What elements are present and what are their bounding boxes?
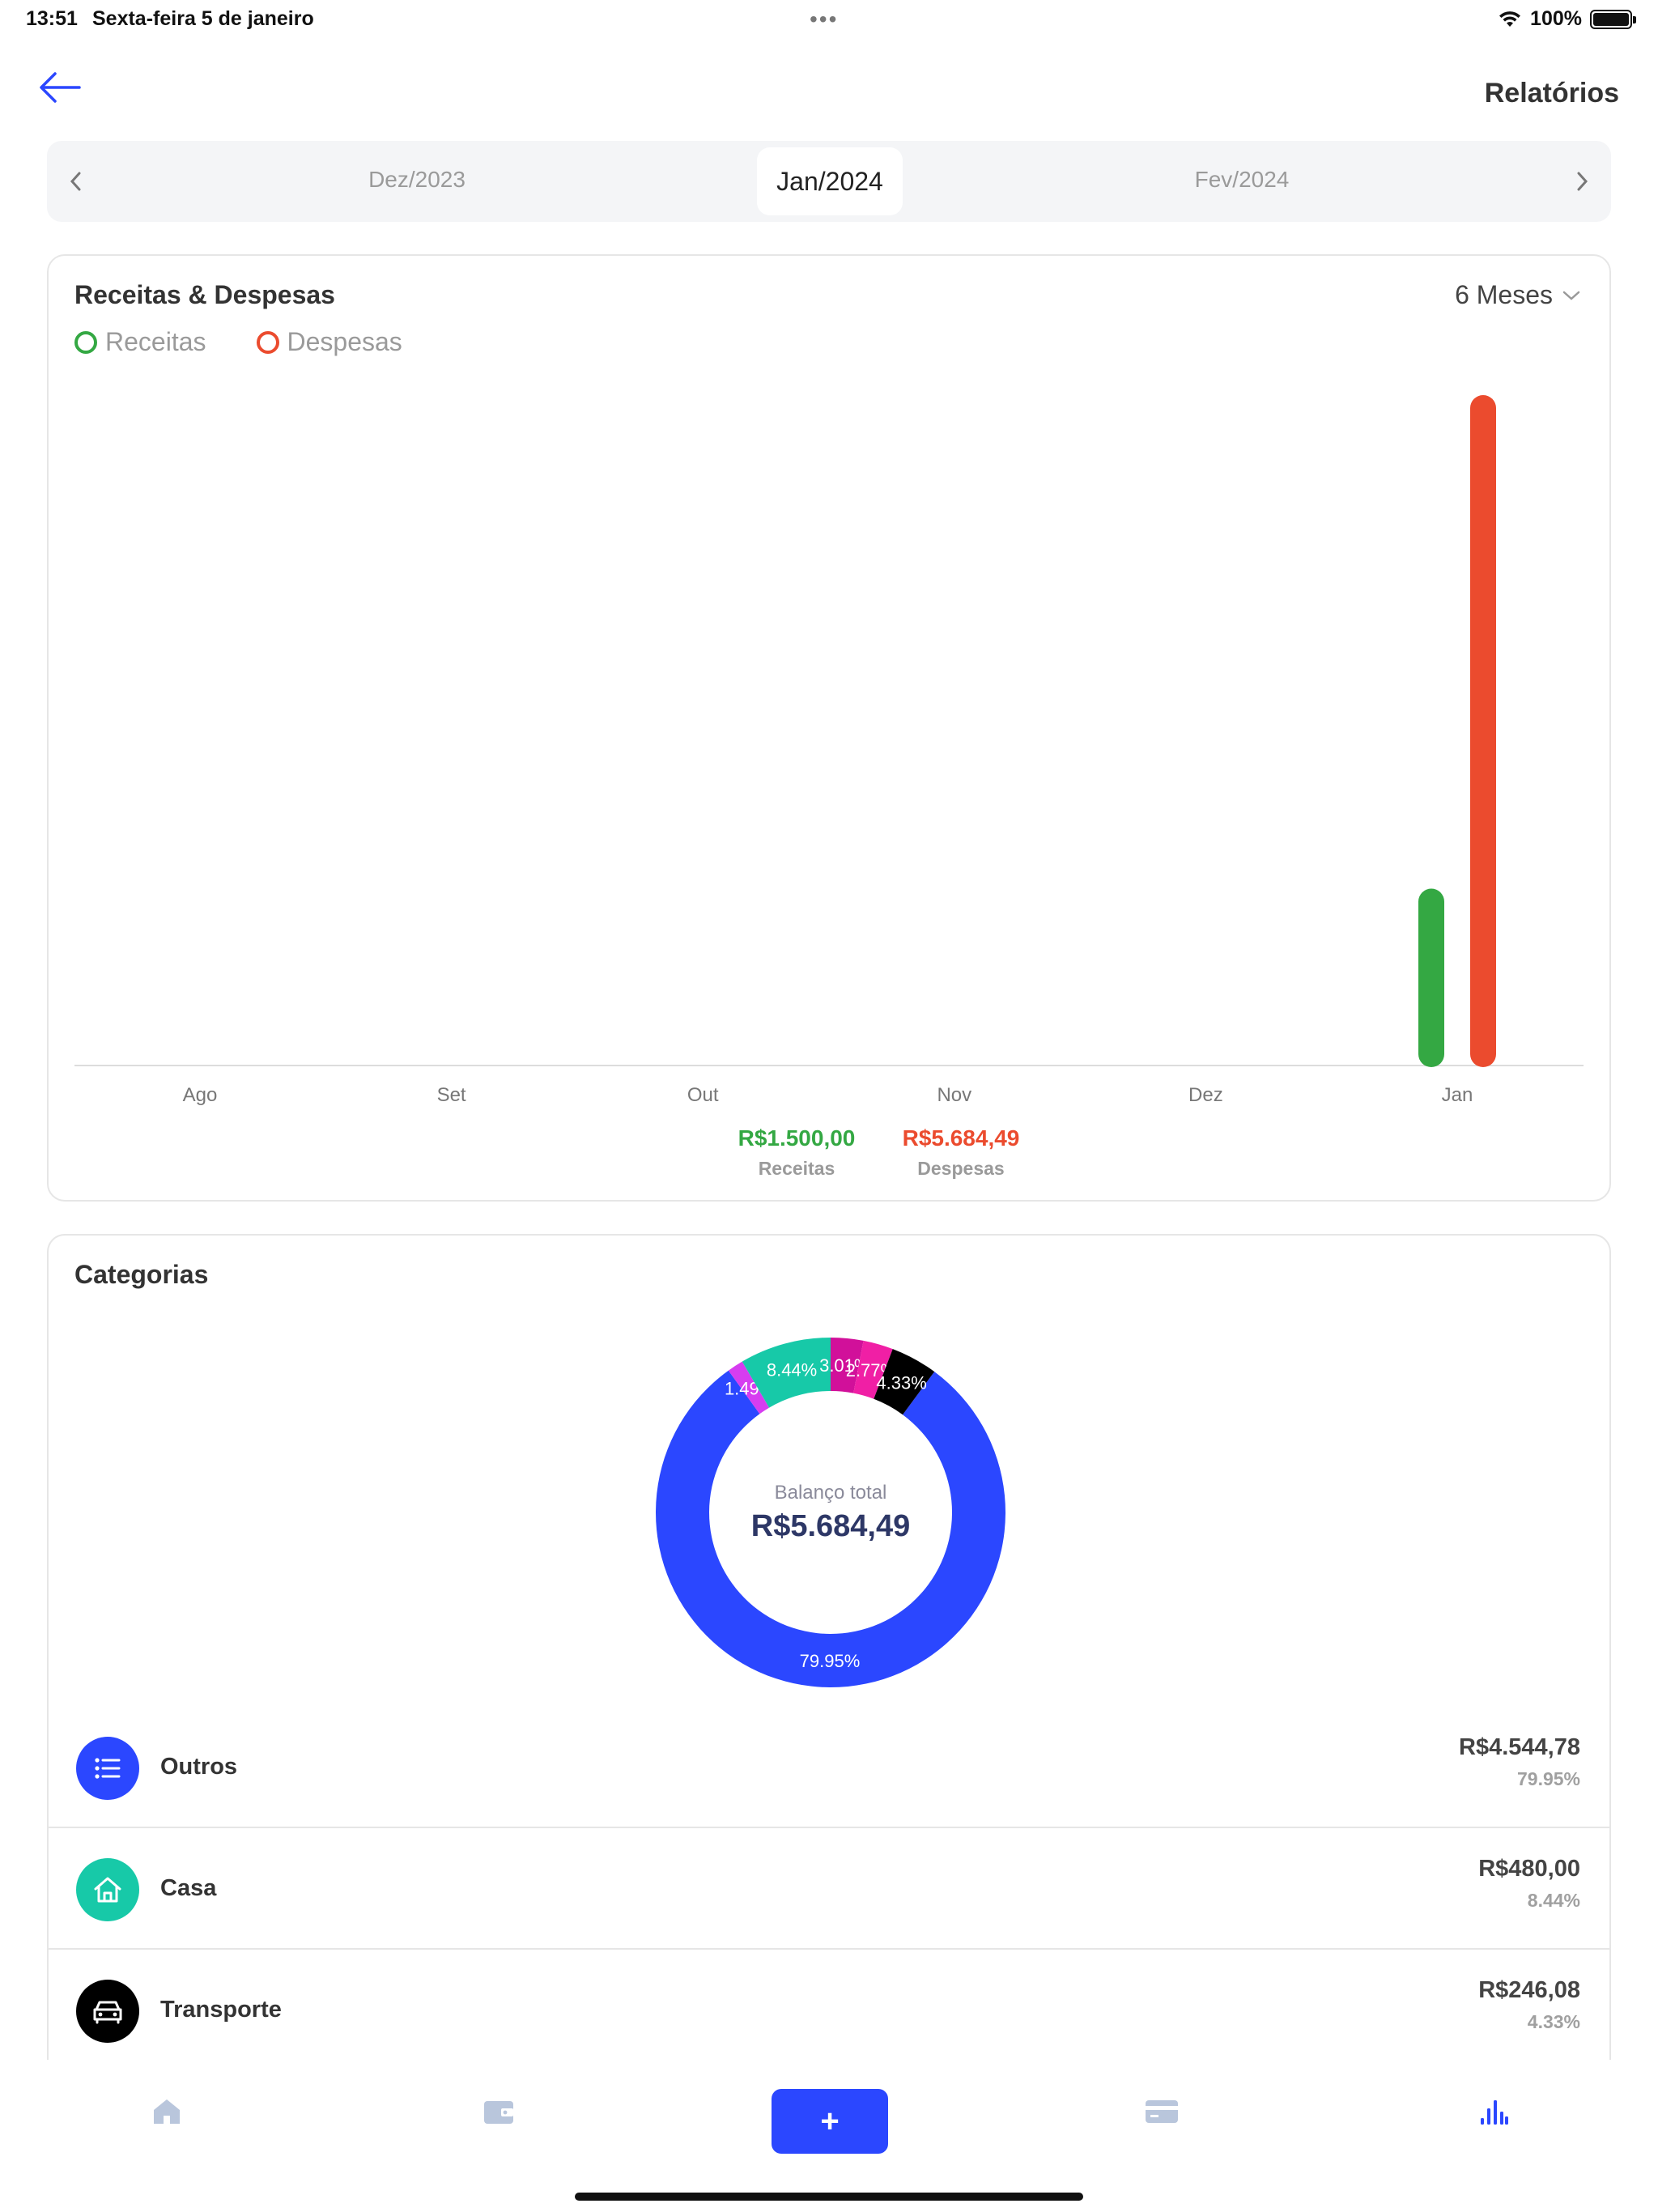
x-tick-label: Jan [1442, 1084, 1473, 1106]
bottom-tab-bar: + [0, 2060, 1658, 2212]
tab-reports[interactable] [1461, 2079, 1526, 2144]
slice-outros[interactable] [656, 1370, 1005, 1687]
category-name: Outros [160, 1754, 238, 1780]
x-tick-label: Nov [937, 1084, 971, 1106]
chevron-left-icon [70, 172, 81, 191]
category-amount: R$246,08 [1478, 1977, 1580, 2003]
slice-percent-label: 79.95% [800, 1651, 861, 1671]
card-icon [1146, 2100, 1178, 2123]
category-amount: R$4.544,78 [1459, 1734, 1580, 1760]
category-name: Casa [160, 1875, 217, 1901]
categories-donut-chart: 79.95%1.49%8.44% 3.01%2.77%4.33% [656, 1338, 1005, 1687]
category-row-outros[interactable]: Outros R$4.544,78 79.95% [49, 1707, 1609, 1828]
income-expense-card: Receitas & Despesas 6 Meses Receitas Des… [47, 254, 1611, 1202]
status-time: 13:51 [26, 7, 78, 30]
arrow-left-icon [40, 72, 81, 103]
x-tick-label: Out [687, 1084, 719, 1106]
categories-title: Categorias [74, 1260, 209, 1289]
chevron-right-icon [1577, 172, 1588, 191]
back-button[interactable] [36, 63, 84, 112]
list-icon [76, 1737, 139, 1800]
home-indicator[interactable] [575, 2193, 1083, 2201]
category-percent: 4.33% [1527, 2011, 1580, 2032]
multitask-dots[interactable]: ••• [810, 6, 838, 32]
x-tick-label: Set [437, 1084, 466, 1106]
month-option-current[interactable]: Jan/2024 [757, 147, 903, 215]
tab-wallet[interactable] [466, 2079, 531, 2144]
slice-percent-label: 8.44% [767, 1359, 817, 1380]
category-percent: 8.44% [1527, 1890, 1580, 1911]
expense-total-label: Despesas [917, 1158, 1005, 1179]
category-amount: R$480,00 [1478, 1856, 1580, 1882]
expense-bar[interactable] [1470, 395, 1496, 1067]
wallet-icon [484, 2101, 513, 2124]
status-date: Sexta-feira 5 de janeiro [92, 7, 314, 30]
wifi-icon [1499, 11, 1521, 27]
category-name: Transporte [160, 1997, 282, 2023]
status-bar: 13:51 Sexta-feira 5 de janeiro ••• 100% [0, 0, 1658, 40]
category-percent: 79.95% [1516, 1768, 1580, 1789]
next-month-button[interactable] [1562, 162, 1601, 201]
income-bar[interactable] [1418, 888, 1444, 1067]
car-icon [76, 1980, 139, 2043]
tab-home[interactable] [134, 2079, 199, 2144]
month-option-next[interactable]: Fev/2024 [1120, 167, 1363, 193]
x-tick-label: Ago [183, 1084, 218, 1106]
slice-percent-label: 4.33% [876, 1372, 926, 1393]
month-selector: Dez/2023 Jan/2024 Fev/2024 [47, 141, 1611, 222]
house-icon [76, 1858, 139, 1921]
month-option-previous[interactable]: Dez/2023 [295, 167, 538, 193]
page-title: Relatórios [1484, 78, 1619, 108]
battery-icon [1590, 9, 1636, 29]
home-icon [154, 2099, 180, 2124]
previous-month-button[interactable] [57, 162, 96, 201]
battery-percent: 100% [1530, 7, 1582, 30]
category-row-transporte[interactable]: Transporte R$246,08 4.33% [49, 1950, 1609, 2071]
bar-chart-icon [1481, 2100, 1508, 2125]
tab-cards[interactable] [1129, 2079, 1194, 2144]
income-expense-bar-chart: Ago Set Out Nov Dez Jan [74, 395, 1584, 1106]
category-row-casa[interactable]: Casa R$480,00 8.44% [49, 1828, 1609, 1950]
add-button[interactable]: + [772, 2089, 888, 2154]
expense-total: R$5.684,49 Despesas [864, 1125, 1058, 1180]
x-tick-label: Dez [1188, 1084, 1223, 1106]
expense-total-value: R$5.684,49 [902, 1125, 1020, 1151]
status-indicators: 100% [1498, 7, 1636, 31]
